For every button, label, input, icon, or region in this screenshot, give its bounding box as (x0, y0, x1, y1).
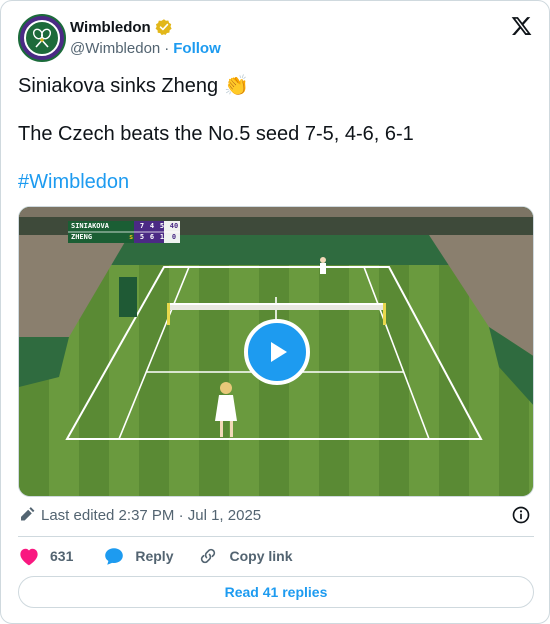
avatar[interactable] (18, 14, 66, 62)
scoreboard-set: 4 (149, 222, 155, 230)
reply-label: Reply (135, 548, 174, 564)
edited-timestamp[interactable]: Last edited 2:37 PM · Jul 1, 2025 (41, 507, 261, 524)
tweet-text-line2: The Czech beats the No.5 seed 7-5, 4-6, … (18, 123, 414, 145)
scoreboard-points: 40 (169, 222, 179, 230)
author-name[interactable]: Wimbledon (70, 19, 151, 36)
action-bar: 631 Reply Copy link (18, 545, 293, 567)
reply-button[interactable]: Reply (103, 546, 173, 566)
scoreboard-marker: s (129, 233, 134, 241)
follow-button[interactable]: Follow (173, 40, 221, 57)
scoreboard-set: 6 (149, 233, 155, 241)
play-button[interactable] (244, 319, 310, 385)
scoreboard-set: 5 (139, 233, 145, 241)
separator-dot: · (164, 40, 170, 57)
tweet-headline: Siniakova sinks Zheng (18, 75, 219, 97)
scoreboard-player: SINIAKOVA (71, 222, 109, 230)
author-handle-row: @Wimbledon · Follow (70, 40, 221, 57)
x-logo-icon[interactable] (510, 15, 533, 37)
copy-link-button[interactable]: Copy link (197, 546, 293, 566)
video-thumbnail[interactable]: SINIAKOVA 7 4 5 40 ZHENG s 5 6 1 0 (18, 206, 534, 497)
scoreboard-text: SINIAKOVA 7 4 5 40 ZHENG s 5 6 1 0 (71, 221, 181, 243)
tweet-card: Wimbledon @Wimbledon · Follow Siniakova … (0, 0, 550, 624)
scoreboard-marker (129, 221, 137, 232)
tweet-text-line1: Siniakova sinks Zheng 👏 (18, 74, 249, 98)
edit-info[interactable]: Last edited 2:37 PM · Jul 1, 2025 (18, 506, 261, 524)
verified-badge-icon (155, 19, 172, 36)
scoreboard-set: 5 (159, 222, 165, 230)
scoreboard-row: ZHENG s 5 6 1 0 (71, 232, 181, 243)
like-button[interactable]: 631 (18, 546, 73, 566)
heart-icon (20, 548, 38, 566)
author-name-row: Wimbledon (70, 18, 173, 36)
hashtag-link[interactable]: #Wimbledon (18, 170, 129, 194)
scoreboard-player: ZHENG (71, 233, 93, 241)
play-icon (271, 342, 287, 362)
scoreboard-row: SINIAKOVA 7 4 5 40 (71, 221, 181, 232)
like-count: 631 (50, 548, 74, 564)
scoreboard-set: 7 (139, 222, 145, 230)
link-icon (201, 548, 216, 564)
pencil-icon (21, 507, 35, 521)
crossed-rackets-icon (24, 20, 60, 56)
info-icon[interactable] (511, 505, 531, 525)
author-handle[interactable]: @Wimbledon (70, 40, 160, 57)
divider (18, 536, 534, 537)
read-replies-button[interactable]: Read 41 replies (18, 576, 534, 608)
reply-bubble-icon (105, 548, 124, 565)
copy-link-label: Copy link (229, 548, 293, 564)
clapping-hands-emoji: 👏 (224, 75, 250, 97)
scoreboard-points: 0 (171, 233, 177, 241)
scoreboard-set: 1 (159, 233, 165, 241)
